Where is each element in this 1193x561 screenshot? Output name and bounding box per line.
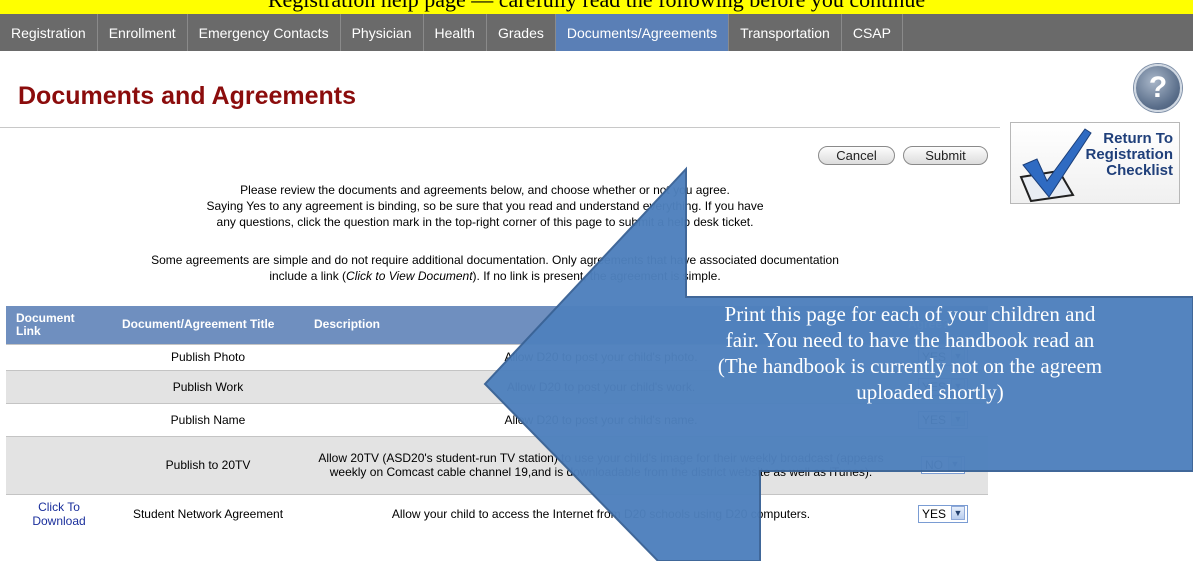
agree-cell: NO ▼ xyxy=(898,435,988,494)
callout-line: Print this page for each of your childre… xyxy=(724,302,1096,326)
agree-select[interactable]: NO ▼ xyxy=(921,456,965,474)
checkmark-clipboard-icon xyxy=(1019,128,1092,203)
tab-registration[interactable]: Registration xyxy=(0,14,98,51)
tab-emergency-contacts[interactable]: Emergency Contacts xyxy=(188,14,341,51)
tab-grades[interactable]: Grades xyxy=(487,14,556,51)
callout-line: uploaded shortly) xyxy=(856,380,1004,404)
header-document-title: Document/Agreement Title xyxy=(112,306,304,344)
intro-emphasis: Click to View Document xyxy=(346,269,473,283)
intro-paragraph: Please review the documents and agreemen… xyxy=(60,182,910,230)
table-row: Publish to 20TV Allow 20TV (ASD20's stud… xyxy=(6,435,988,494)
return-to-checklist-button[interactable]: Return To Registration Checklist xyxy=(1010,122,1180,204)
tab-csap[interactable]: CSAP xyxy=(842,14,903,51)
instruction-banner-text: Registration help page — carefully read … xyxy=(0,0,1193,13)
doc-title: Student Network Agreement xyxy=(112,493,304,534)
agree-select[interactable]: YES ▼ xyxy=(917,505,968,524)
callout-text: Print this page for each of your childre… xyxy=(560,301,1193,405)
return-badge-line3: Checklist xyxy=(1106,162,1173,179)
doc-description: Allow 20TV (ASD20's student-run TV stati… xyxy=(304,435,898,494)
page-title: Documents and Agreements xyxy=(18,82,357,110)
header-document-link: Document Link xyxy=(6,306,112,344)
intro-line: Some agreements are simple and do not re… xyxy=(151,253,839,267)
intro-text: include a link ( xyxy=(269,269,347,283)
doc-title: Publish Photo xyxy=(112,343,304,370)
tab-physician[interactable]: Physician xyxy=(341,14,424,51)
cancel-button[interactable]: Cancel xyxy=(818,146,895,165)
intro-text: ). If no link is present, the agreement … xyxy=(472,269,721,283)
return-badge-label: Return To Registration Checklist xyxy=(1085,131,1173,179)
instruction-banner: Registration help page — carefully read … xyxy=(0,0,1193,14)
doc-link-cell xyxy=(6,435,112,494)
chevron-down-icon[interactable]: ▼ xyxy=(948,457,962,471)
agree-cell: YES ▼ xyxy=(898,493,988,534)
chevron-down-icon[interactable]: ▼ xyxy=(951,411,965,426)
main-nav-bar: Registration Enrollment Emergency Contac… xyxy=(0,14,1193,51)
return-badge-line1: Return To xyxy=(1103,130,1173,147)
agree-value: YES xyxy=(921,412,946,427)
tab-enrollment[interactable]: Enrollment xyxy=(98,14,188,51)
chevron-down-icon[interactable]: ▼ xyxy=(951,506,965,521)
agree-cell: YES ▼ xyxy=(898,402,988,436)
doc-title: Publish Work xyxy=(112,369,304,403)
doc-title: Publish Name xyxy=(112,402,304,436)
intro-line: Please review the documents and agreemen… xyxy=(240,183,730,197)
doc-link-cell xyxy=(6,402,112,436)
doc-link-cell xyxy=(6,369,112,403)
callout-line: (The handbook is currently not on the ag… xyxy=(717,354,1103,378)
doc-description: Allow D20 to post your child's name. xyxy=(304,402,898,436)
doc-link-cell xyxy=(6,343,112,370)
callout-line: fair. You need to have the handbook read… xyxy=(725,328,1095,352)
submit-button[interactable]: Submit xyxy=(903,146,988,165)
intro-paragraph-2: Some agreements are simple and do not re… xyxy=(40,252,950,284)
tab-documents-agreements[interactable]: Documents/Agreements xyxy=(555,14,730,51)
help-question-mark: ? xyxy=(1148,71,1168,104)
tab-transportation[interactable]: Transportation xyxy=(729,14,842,51)
table-row: Publish Name Allow D20 to post your chil… xyxy=(6,402,988,436)
intro-line: Saying Yes to any agreement is binding, … xyxy=(206,199,764,213)
intro-line: any questions, click the question mark i… xyxy=(216,215,754,229)
tab-health[interactable]: Health xyxy=(424,14,487,51)
doc-title: Publish to 20TV xyxy=(112,435,304,494)
agree-value: YES xyxy=(921,507,946,522)
return-badge-line2: Registration xyxy=(1085,146,1173,163)
table-row: Click To Download Student Network Agreem… xyxy=(6,493,988,534)
click-to-download-link[interactable]: Click To Download xyxy=(6,493,112,534)
doc-description: Allow your child to access the Internet … xyxy=(304,493,898,534)
agree-select[interactable]: YES ▼ xyxy=(917,410,968,429)
intro-line: include a link (Click to View Document).… xyxy=(40,268,950,284)
help-question-icon[interactable]: ? xyxy=(1134,64,1182,112)
agree-value: NO xyxy=(925,458,943,472)
title-divider xyxy=(0,127,1000,128)
